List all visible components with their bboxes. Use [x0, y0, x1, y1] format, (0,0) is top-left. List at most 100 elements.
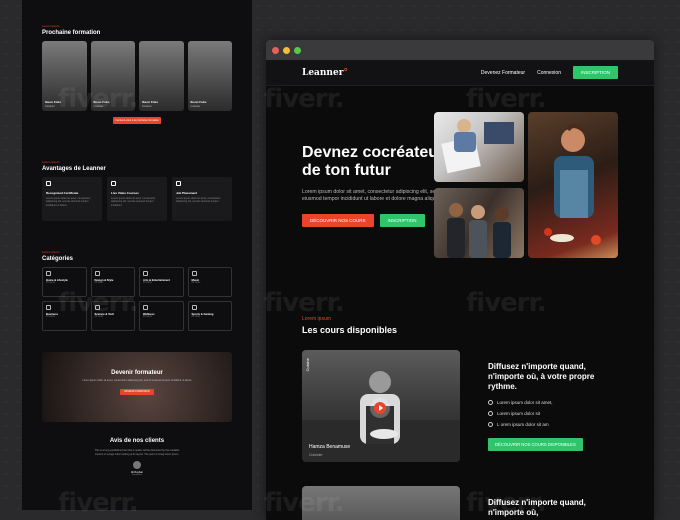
instructor-role: Cuisinier — [309, 453, 323, 457]
briefcase-icon — [176, 181, 181, 186]
course-feature: Diffusez n'importe quand, n'importe où, … — [488, 362, 608, 451]
category-count: 23 cours — [46, 282, 55, 284]
left-page-preview: Lorem ipsum Prochaine formation Ibson Fo… — [22, 0, 252, 510]
feature-item: Lorem ipsum dolor sit amet, — [488, 400, 608, 405]
discover-courses-button[interactable]: DÉCOUVRIR NOS COURS — [302, 213, 374, 227]
instructor-name: Hamza Benamuse — [309, 444, 351, 450]
category-card[interactable]: Music 23 cours — [187, 267, 232, 297]
hero-image-meeting — [434, 112, 524, 182]
browser-window: Leanner° Devenez Formateur Connexion INS… — [266, 40, 654, 520]
feature-title: Diffusez n'importe quand, n'importe où, — [488, 498, 586, 517]
training-card[interactable]: Ibson Fobs Cuisinier — [90, 41, 135, 111]
reviews-section: Avis de nos clients This is a long estab… — [42, 438, 232, 476]
section-title: Les cours disponibles — [302, 325, 398, 335]
browser-titlebar — [266, 40, 654, 60]
advantage-card: Live Video Courses Lorem ipsum dolor sit … — [107, 177, 167, 221]
advantage-title: Recognized Certificate — [46, 191, 79, 195]
advantage-desc: Lorem ipsum dolor sit amet, consectetur … — [46, 197, 91, 207]
category-card[interactable]: Design & Style 23 cours — [90, 267, 135, 297]
category-count: 23 cours — [46, 316, 55, 318]
category-card[interactable]: Sports & Gaming 23 cours — [187, 301, 232, 331]
check-circle-icon — [488, 411, 493, 416]
course-category: Cuisine — [305, 358, 310, 372]
trainer-role: Cuisinier — [45, 105, 55, 108]
play-icon[interactable] — [370, 398, 390, 418]
training-card[interactable]: Ibson Fobs Cuisinier — [42, 41, 87, 111]
course-video-card[interactable]: Cuisine Hamza Benamuse Cuisinier — [302, 350, 460, 462]
design-icon — [94, 271, 100, 276]
category-card[interactable]: Home & Lifestyle 23 cours — [42, 267, 87, 297]
advantages-section: Lorem ipsum Avantages de Leanner Recogni… — [42, 160, 232, 221]
section-title: Catégories — [42, 256, 74, 262]
category-card[interactable]: Science & Tech 23 cours — [90, 301, 135, 331]
nav-become-trainer[interactable]: Devenez Formateur — [481, 70, 525, 76]
trainer-name: Ibson Fobs — [190, 100, 207, 104]
category-count: 23 cours — [94, 282, 104, 284]
category-card[interactable]: Business 23 cours — [42, 301, 87, 331]
advantage-title: Job Placement — [176, 191, 198, 195]
courses-heading: Lorem ipsum Les cours disponibles — [302, 316, 397, 335]
training-card[interactable]: Ibson Fobs Cuisinier — [139, 41, 184, 111]
check-circle-icon — [488, 422, 493, 427]
check-circle-icon — [488, 400, 493, 405]
next-training-section: Lorem ipsum Prochaine formation Ibson Fo… — [42, 24, 232, 124]
business-icon — [46, 305, 51, 310]
site-navbar: Leanner° Devenez Formateur Connexion INS… — [266, 60, 654, 86]
category-count: 23 cours — [191, 316, 201, 318]
sports-icon — [191, 305, 197, 310]
nav-login[interactable]: Connexion — [537, 70, 561, 76]
certificate-icon — [46, 181, 51, 186]
trainer-banner: Devenir formateur Lorem ipsum dolor sit … — [42, 352, 232, 422]
section-eyebrow: Lorem ipsum — [302, 316, 331, 322]
avatar — [133, 461, 141, 469]
section-eyebrow: Lorem ipsum — [42, 250, 60, 254]
categories-section: Lorem ipsum Catégories Home & Lifestyle 2… — [42, 250, 232, 331]
section-eyebrow: Lorem ipsum — [42, 160, 60, 164]
review-quote: This is a long established fact that a r… — [94, 449, 180, 456]
feature-title: Diffusez n'importe quand, n'importe où, … — [488, 362, 595, 391]
feature-item: L orem ipsum dolor sit am — [488, 422, 608, 427]
next-training-button[interactable]: Inscrivez-vous à la prochaine formation — [113, 117, 161, 124]
category-count: 23 cours — [94, 316, 104, 318]
signup-button[interactable]: INSCRIPTION — [572, 66, 618, 79]
hero-image-business — [434, 188, 524, 258]
arts-icon — [143, 271, 148, 276]
trainer-role: Cuisinier — [142, 105, 152, 108]
category-card[interactable]: Wellness 23 cours — [139, 301, 184, 331]
become-trainer-button[interactable]: DEVENIR FORMATEUR — [120, 389, 154, 395]
advantage-card: Job Placement Lorem ipsum dolor sit amet,… — [172, 177, 232, 221]
advantage-card: Recognized Certificate Lorem ipsum dolor … — [42, 177, 102, 221]
category-card[interactable]: Arts & Entertainment 23 cours — [139, 267, 184, 297]
trainer-name: Ibson Fobs — [142, 100, 158, 104]
section-title: Avantages de Leanner — [42, 166, 106, 172]
trainer-role: Cuisinier — [190, 105, 201, 108]
trainer-name: Ibson Fobs — [45, 100, 61, 104]
discover-available-courses-button[interactable]: DÉCOUVRIR NOS COURS DISPONIBLES — [488, 438, 583, 451]
video-icon — [111, 181, 116, 186]
maximize-dot[interactable] — [294, 46, 301, 54]
music-icon — [191, 271, 197, 276]
feature-item: Lorem ipsum dolor sit — [488, 411, 608, 416]
advantage-title: Live Video Courses — [111, 191, 139, 195]
banner-title: Devenir formateur — [111, 370, 163, 376]
wellness-icon — [143, 305, 148, 310]
reviewer-role: Formateur — [131, 474, 143, 476]
advantage-desc: Lorem ipsum dolor sit amet, consectetur … — [176, 197, 221, 204]
home-icon — [46, 271, 51, 276]
trainer-name: Ibson Fobs — [93, 100, 110, 104]
section-title: Prochaine formation — [42, 30, 101, 36]
close-dot[interactable] — [272, 46, 279, 54]
section-eyebrow: Lorem ipsum — [42, 24, 60, 28]
science-icon — [94, 305, 100, 310]
minimize-dot[interactable] — [283, 46, 290, 54]
logo[interactable]: Leanner° — [302, 68, 348, 78]
hero-signup-button[interactable]: INSCRIPTION — [379, 213, 425, 227]
trainer-role: Cuisinier — [93, 105, 104, 108]
section-title: Avis de nos clients — [109, 438, 165, 444]
category-count: 23 cours — [143, 282, 152, 284]
category-count: 23 cours — [143, 316, 152, 318]
training-card[interactable]: Ibson Fobs Cuisinier — [187, 41, 232, 111]
hero-image-chef — [528, 112, 618, 258]
course-video-card[interactable] — [302, 486, 460, 520]
banner-desc: Lorem ipsum dolor sit amet, consectetur … — [82, 379, 192, 382]
